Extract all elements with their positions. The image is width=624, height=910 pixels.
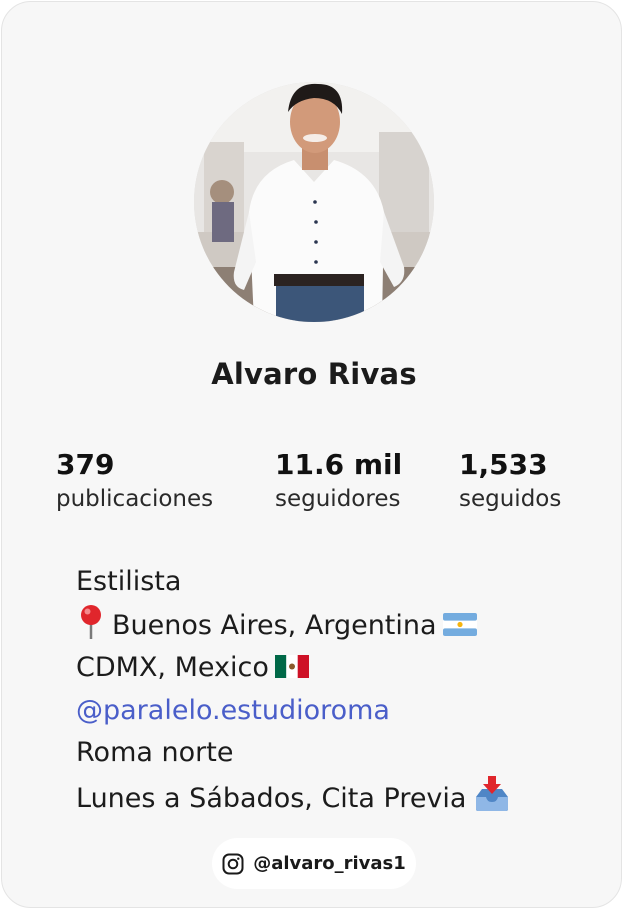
bio-studio-link[interactable]: @paralelo.estudioroma — [76, 690, 596, 733]
stat-followers-value: 11.6 mil — [275, 448, 403, 481]
bio-line-city: CDMX, Mexico — [76, 647, 596, 690]
bio-city-text: CDMX, Mexico — [76, 652, 269, 683]
bio-line-location: Buenos Aires, Argentina — [76, 604, 596, 648]
instagram-icon — [222, 853, 244, 874]
inbox-tray-icon — [476, 775, 509, 811]
argentina-flag-icon — [442, 612, 477, 636]
profile-name: Alvaro Rivas — [211, 357, 417, 391]
instagram-handle-button[interactable]: @alvaro_rivas1 — [212, 838, 416, 889]
stat-followers[interactable]: 11.6 mil seguidores — [275, 448, 402, 514]
stat-followers-label: seguidores — [275, 486, 401, 512]
stat-posts-value: 379 — [56, 448, 115, 481]
bio: Estilista Buenos Aires, Argentina CDMX, … — [76, 561, 596, 820]
stat-posts-label: publicaciones — [56, 486, 214, 512]
stat-following[interactable]: 1,533 seguidos — [459, 448, 561, 514]
avatar-photo — [194, 82, 434, 322]
profile-card: Alvaro Rivas 379 publicaciones 11.6 mil … — [1, 1, 622, 908]
stat-posts[interactable]: 379 publicaciones — [56, 448, 213, 514]
mexico-flag-icon — [274, 655, 309, 678]
stat-following-value: 1,533 — [459, 448, 548, 481]
bio-location-text: Buenos Aires, Argentina — [112, 609, 437, 641]
instagram-handle-text: @alvaro_rivas1 — [253, 853, 406, 874]
stat-following-label: seguidos — [459, 486, 562, 512]
bio-line-neighborhood: Roma norte — [76, 737, 234, 768]
bio-line-schedule: Lunes a Sábados, Cita Previa — [76, 775, 596, 821]
avatar[interactable] — [194, 82, 434, 322]
round-pushpin-icon — [81, 604, 101, 639]
bio-line-occupation: Estilista — [76, 566, 182, 597]
bio-schedule-text: Lunes a Sábados, Cita Previa — [76, 782, 467, 814]
